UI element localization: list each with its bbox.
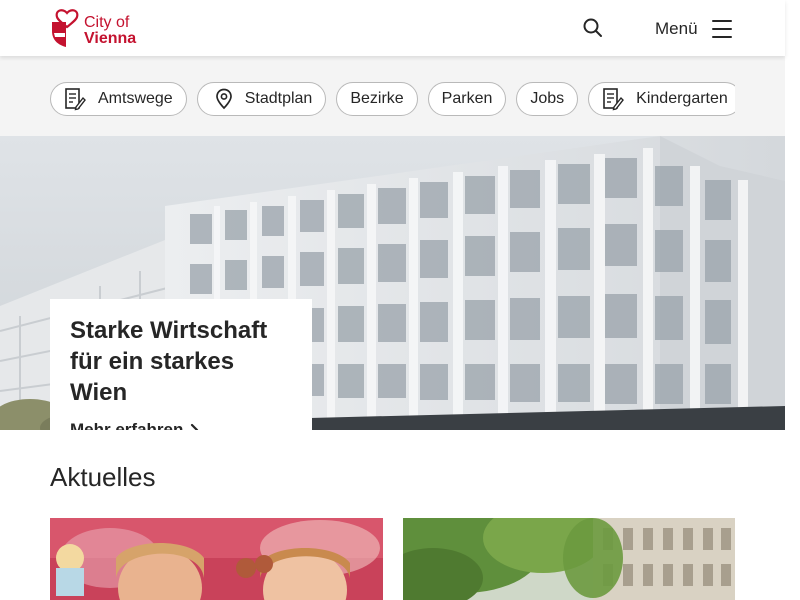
hero-read-more-link[interactable]: Mehr erfahren [70, 420, 199, 430]
site-header: City of Vienna Menü [0, 0, 785, 56]
logo-line-2: Vienna [84, 30, 137, 47]
hero-title: Starke Wirtschaft für ein starkes Wien [70, 317, 268, 406]
news-card-1[interactable] [50, 518, 383, 600]
news-image-street [403, 518, 735, 600]
quick-link-label: Stadtplan [244, 90, 313, 107]
logo-wordmark: City of Vienna [84, 15, 136, 47]
quick-links-strip[interactable]: Amtswege Stadtplan Bezirke Parken Jobs K… [50, 82, 735, 118]
quick-link-kindergarten[interactable]: Kindergarten [588, 82, 735, 116]
hero-teaser-card: Starke Wirtschaft für ein starkes Wien M… [50, 299, 312, 430]
document-edit-icon [65, 88, 86, 111]
document-edit-icon [603, 88, 625, 111]
news-section-title: Aktuelles [50, 462, 156, 492]
hamburger-icon [711, 20, 732, 38]
quick-link-parken[interactable]: Parken [427, 82, 507, 116]
vienna-coat-of-arms-icon [52, 9, 79, 47]
menu-button[interactable]: Menü [655, 16, 732, 42]
logo-line-1: City of [84, 14, 130, 31]
quick-link-label: Bezirke [350, 90, 404, 107]
quick-link-jobs[interactable]: Jobs [516, 82, 579, 116]
menu-label: Menü [655, 19, 698, 38]
quick-link-stadtplan[interactable]: Stadtplan [196, 82, 327, 116]
quick-link-amtswege[interactable]: Amtswege [50, 82, 187, 116]
quick-link-label: Kindergarten [636, 90, 728, 107]
city-of-vienna-logo[interactable]: City of Vienna [50, 9, 136, 49]
quick-link-label: Jobs [530, 90, 565, 107]
quick-links-band: Amtswege Stadtplan Bezirke Parken Jobs K… [0, 56, 785, 136]
map-pin-icon [215, 88, 232, 110]
search-icon [583, 18, 602, 37]
quick-link-label: Amtswege [98, 90, 173, 107]
chevron-right-icon [191, 423, 199, 430]
search-button[interactable] [581, 16, 605, 40]
quick-link-bezirke[interactable]: Bezirke [336, 82, 418, 116]
hero-link-label: Mehr erfahren [70, 420, 184, 430]
news-card-2[interactable] [403, 518, 735, 600]
news-image-children [50, 518, 383, 600]
hero-banner: Starke Wirtschaft für ein starkes Wien M… [0, 136, 785, 430]
quick-link-label: Parken [441, 90, 493, 107]
